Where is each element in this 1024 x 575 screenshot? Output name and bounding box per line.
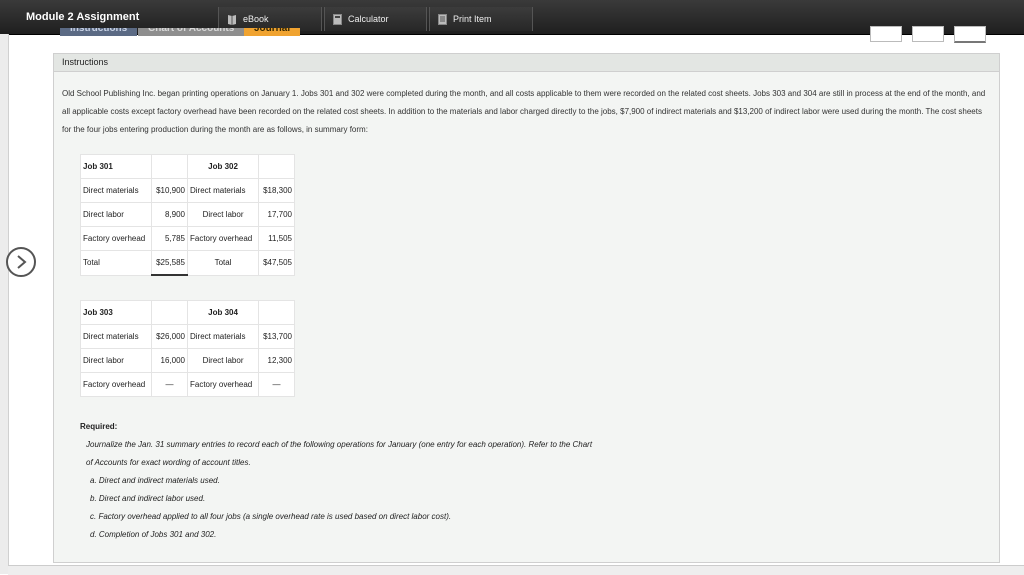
- table-row: Total $25,585 Total $47,505: [79, 250, 295, 276]
- row-label: Factory overhead: [79, 226, 153, 251]
- tab-journal[interactable]: Journal: [244, 28, 301, 36]
- row-value: $18,300: [258, 178, 295, 203]
- job-303-304-table: Job 303 Job 304 Direct materials $26,000…: [79, 300, 295, 397]
- job-303-heading: Job 303: [79, 300, 153, 325]
- row-value: —: [258, 372, 295, 397]
- panel-title: Instructions: [54, 54, 999, 72]
- table-row: Job 301 Job 302: [79, 154, 295, 179]
- row-value: 16,000: [151, 348, 188, 373]
- intro-text: Old School Publishing Inc. began printin…: [62, 89, 986, 134]
- view-toggle-3[interactable]: [954, 26, 986, 43]
- table-row: Direct labor 16,000 Direct labor 12,300: [79, 348, 295, 373]
- row-label: Direct labor: [79, 202, 153, 227]
- row-value: 8,900: [151, 202, 188, 227]
- job-302-heading: Job 302: [186, 154, 260, 179]
- view-toggle-2[interactable]: [912, 26, 944, 42]
- required-item-b: b. Direct and indirect labor used.: [90, 494, 206, 503]
- row-value: 12,300: [258, 348, 295, 373]
- calculator-label: Calculator: [348, 14, 389, 24]
- required-label: Required:: [80, 422, 118, 431]
- job-304-heading: Job 304: [186, 300, 260, 325]
- row-value: $13,700: [258, 324, 295, 349]
- required-text-line-1: Journalize the Jan. 31 summary entries t…: [86, 440, 593, 449]
- required-section: Required: Journalize the Jan. 31 summary…: [80, 418, 592, 544]
- print-icon: [438, 13, 447, 25]
- row-value: 11,505: [258, 226, 295, 251]
- row-label: Factory overhead: [186, 372, 260, 397]
- row-label: Direct materials: [186, 178, 260, 203]
- left-edge: [0, 34, 9, 574]
- table-row: Factory overhead — Factory overhead —: [79, 372, 295, 397]
- tab-chart-of-accounts[interactable]: Chart of Accounts: [138, 28, 245, 36]
- required-item-c: c. Factory overhead applied to all four …: [90, 512, 452, 521]
- required-item-d: d. Completion of Jobs 301 and 302.: [90, 530, 217, 539]
- row-label: Direct materials: [79, 178, 153, 203]
- row-value: $25,585: [151, 250, 188, 276]
- row-value: 17,700: [258, 202, 295, 227]
- job-301-heading: Job 301: [79, 154, 153, 179]
- table-row: Factory overhead 5,785 Factory overhead …: [79, 226, 295, 251]
- row-label: Factory overhead: [79, 372, 153, 397]
- row-label: Factory overhead: [186, 226, 260, 251]
- view-toggle-1[interactable]: [870, 26, 902, 42]
- print-item-button[interactable]: Print Item: [429, 7, 533, 31]
- calculator-button[interactable]: Calculator: [324, 7, 427, 31]
- calculator-icon: [333, 13, 342, 25]
- row-value: $26,000: [151, 324, 188, 349]
- row-label: Direct labor: [186, 202, 260, 227]
- print-item-label: Print Item: [453, 14, 492, 24]
- book-icon: [228, 14, 236, 25]
- row-value: 5,785: [151, 226, 188, 251]
- row-label: Direct materials: [186, 324, 260, 349]
- row-value: $47,505: [258, 250, 295, 276]
- required-text-line-2: of Accounts for exact wording of account…: [86, 458, 251, 467]
- chevron-right-icon: [17, 255, 27, 269]
- tab-instructions[interactable]: Instructions: [60, 28, 138, 36]
- row-label: Direct materials: [79, 324, 153, 349]
- table-row: Direct materials $26,000 Direct material…: [79, 324, 295, 349]
- next-arrow-button[interactable]: [6, 247, 36, 277]
- row-label: Direct labor: [186, 348, 260, 373]
- table-row: Direct labor 8,900 Direct labor 17,700: [79, 202, 295, 227]
- row-label: Total: [186, 250, 260, 276]
- tab-strip: Instructions Chart of Accounts Journal: [54, 28, 314, 38]
- job-301-302-table: Job 301 Job 302 Direct materials $10,900…: [79, 154, 295, 276]
- row-value: $10,900: [151, 178, 188, 203]
- row-value: —: [151, 372, 188, 397]
- instructions-panel: Instructions Old School Publishing Inc. …: [53, 53, 1000, 563]
- assignment-title: Module 2 Assignment: [26, 11, 140, 23]
- row-label: Total: [79, 250, 153, 276]
- table-row: Job 303 Job 304: [79, 300, 295, 325]
- row-label: Direct labor: [79, 348, 153, 373]
- ebook-label: eBook: [243, 14, 269, 24]
- table-row: Direct materials $10,900 Direct material…: [79, 178, 295, 203]
- required-item-a: a. Direct and indirect materials used.: [90, 476, 220, 485]
